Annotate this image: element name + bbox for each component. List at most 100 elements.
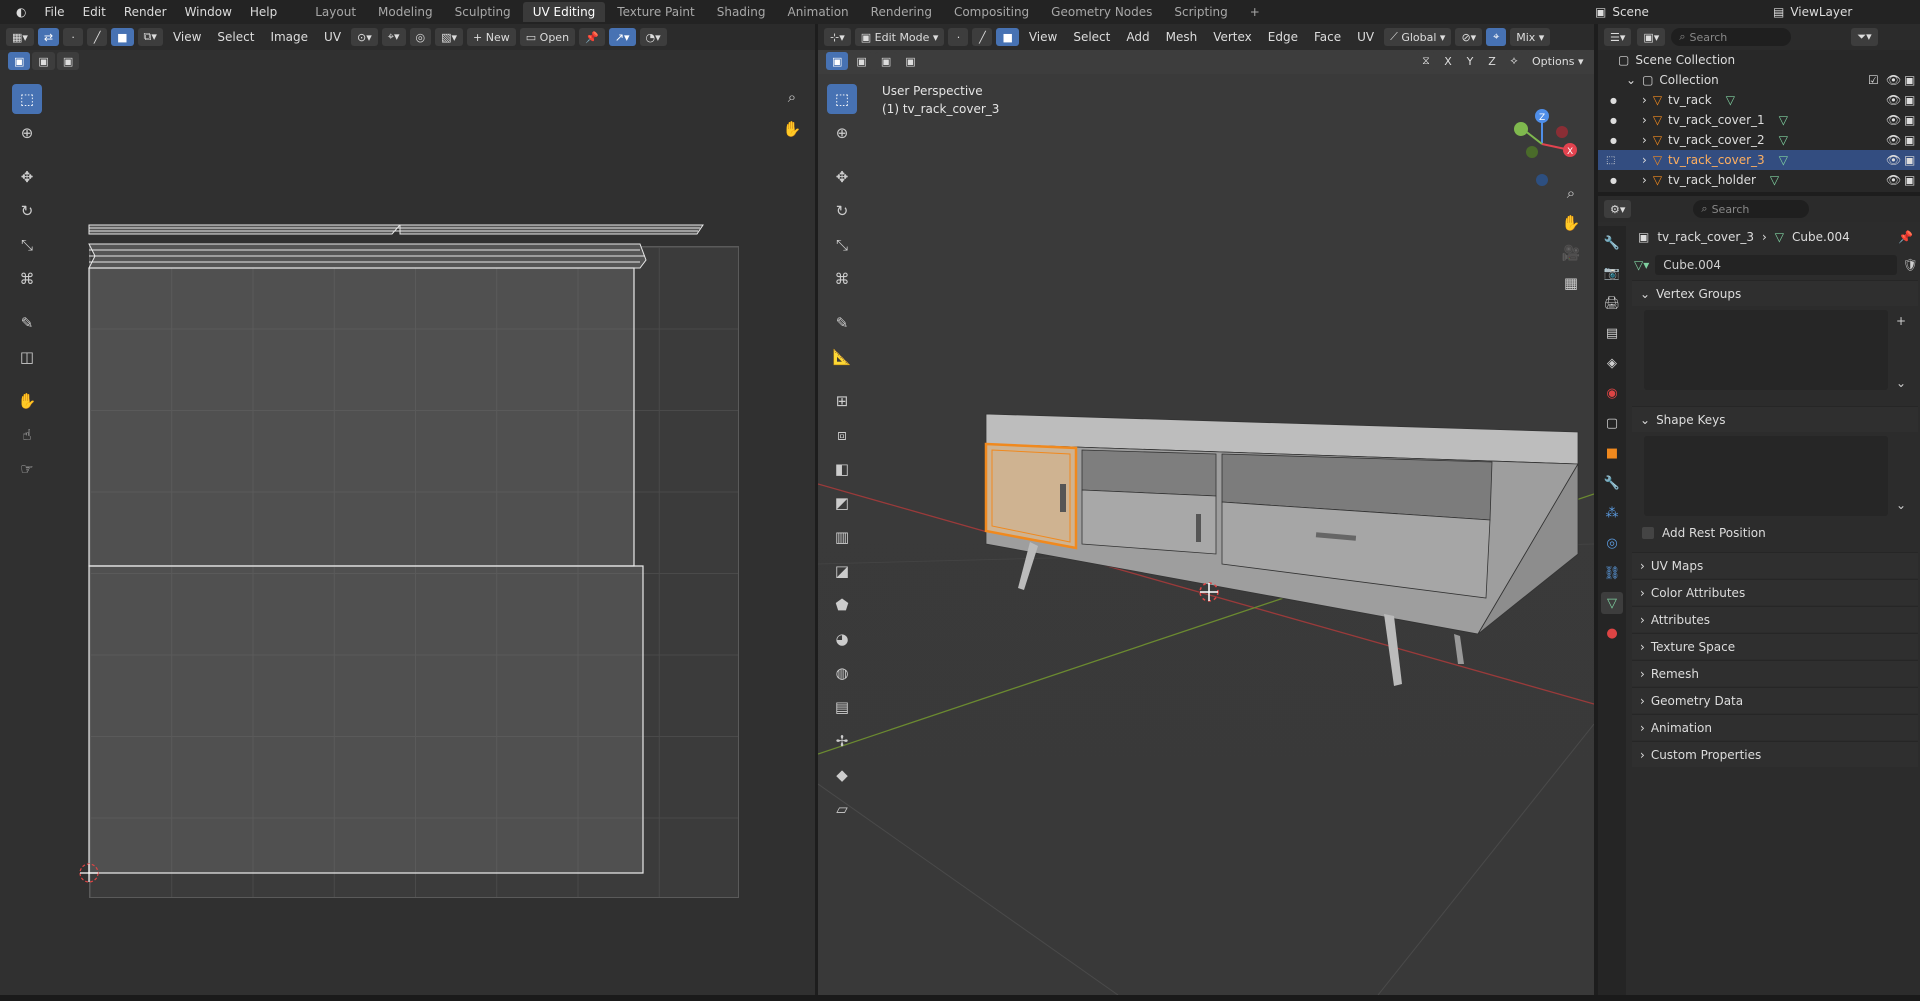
vp-pan-icon[interactable]: ✋ [1558, 210, 1584, 236]
mesh-data-icon[interactable]: ▽ [1770, 173, 1779, 187]
tab-uv-editing[interactable]: UV Editing [522, 2, 606, 22]
blender-logo-icon[interactable]: ◐ [8, 2, 34, 22]
texture-space-panel[interactable]: › Texture Space [1632, 633, 1918, 659]
outliner-editor-icon[interactable]: ☰▾ [1604, 28, 1632, 46]
outliner-display-icon[interactable]: ▣▾ [1637, 28, 1666, 46]
vp-select-box-icon[interactable]: ⬚ [827, 84, 857, 114]
vp-scale-icon[interactable]: ⤡ [827, 230, 857, 260]
outliner-filter-icon[interactable]: ⏷▾ [1851, 28, 1878, 46]
vp-shrink-icon[interactable]: ✢ [827, 726, 857, 756]
vertex-groups-panel[interactable]: ⌄ Vertex Groups [1632, 280, 1918, 306]
collection-tab-icon[interactable]: ▢ [1601, 412, 1623, 434]
color-attributes-panel[interactable]: › Color Attributes [1632, 579, 1918, 605]
eye-icon[interactable]: 👁 [1886, 113, 1901, 127]
modifier-tab-icon[interactable]: 🔧 [1601, 472, 1623, 494]
vp-knife-icon[interactable]: ◪ [827, 556, 857, 586]
view-layer-tab-icon[interactable]: ▤ [1601, 322, 1623, 344]
tab-modeling[interactable]: Modeling [368, 2, 443, 22]
add-vertex-group-icon[interactable]: + [1896, 314, 1906, 328]
viewlayer-selector[interactable]: ▤ ViewLayer [1773, 2, 1920, 22]
vp-shear-icon[interactable]: ◆ [827, 760, 857, 790]
tab-scripting[interactable]: Scripting [1164, 2, 1237, 22]
checkbox-icon[interactable] [1642, 527, 1654, 539]
vp-extrude-icon[interactable]: ⧈ [827, 420, 857, 450]
vertex-groups-list[interactable] [1644, 310, 1888, 390]
camera-icon[interactable]: ▣ [1904, 173, 1915, 187]
vp-cursor-icon[interactable]: ⊕ [827, 118, 857, 148]
collection-row[interactable]: ⌄ ▢ Collection ☑ 👁 ▣ [1598, 70, 1920, 90]
output-tab-icon[interactable]: 🖨 [1601, 292, 1623, 314]
vp-inset-icon[interactable]: ◧ [827, 454, 857, 484]
outliner-item[interactable]: ● › ▽ tv_rack_holder ▽ 👁 ▣ [1598, 170, 1920, 190]
shape-keys-list[interactable] [1644, 436, 1888, 516]
vp-bevel-icon[interactable]: ◩ [827, 488, 857, 518]
tab-sculpting[interactable]: Sculpting [445, 2, 521, 22]
particles-tab-icon[interactable]: ⁂ [1601, 502, 1623, 524]
pin-icon[interactable]: 📌 [1898, 230, 1913, 244]
tab-animation[interactable]: Animation [777, 2, 858, 22]
vp-measure-icon[interactable]: 📐 [827, 342, 857, 372]
mesh-data-tab-icon[interactable]: ▽ [1601, 592, 1623, 614]
vp-zoom-icon[interactable]: ⌕ [1558, 180, 1584, 206]
material-tab-icon[interactable]: ● [1601, 622, 1623, 644]
shape-keys-panel[interactable]: ⌄ Shape Keys [1632, 406, 1918, 432]
fake-user-icon[interactable]: 🛡 [1903, 258, 1918, 272]
scene-collection-row[interactable]: ▢ Scene Collection [1598, 50, 1920, 70]
vp-rotate-icon[interactable]: ↻ [827, 196, 857, 226]
uv-maps-panel[interactable]: › UV Maps [1632, 552, 1918, 578]
vp-smooth-icon[interactable]: ◍ [827, 658, 857, 688]
menu-help[interactable]: Help [242, 2, 285, 22]
eye-icon[interactable]: 👁 [1886, 173, 1901, 187]
geometry-data-panel[interactable]: › Geometry Data [1632, 687, 1918, 713]
tab-rendering[interactable]: Rendering [861, 2, 942, 22]
object-tab-icon[interactable]: ■ [1601, 442, 1623, 464]
properties-search[interactable]: ⌕ Search [1693, 200, 1810, 218]
mesh-data-icon[interactable]: ▽ [1779, 153, 1788, 167]
scene-tab-icon[interactable]: ◈ [1601, 352, 1623, 374]
mesh-data-icon[interactable]: ▽ [1726, 93, 1735, 107]
menu-render[interactable]: Render [116, 2, 175, 22]
outliner-item[interactable]: ● › ▽ tv_rack_cover_2 ▽ 👁 ▣ [1598, 130, 1920, 150]
world-tab-icon[interactable]: ◉ [1601, 382, 1623, 404]
vp-edge-slide-icon[interactable]: ▤ [827, 692, 857, 722]
constraints-tab-icon[interactable]: ⛓ [1601, 562, 1623, 584]
outliner-item-selected[interactable]: ⬚ › ▽ tv_rack_cover_3 ▽ 👁 ▣ [1598, 150, 1920, 170]
vp-spin-icon[interactable]: ◕ [827, 624, 857, 654]
shape-key-menu-icon[interactable]: ⌄ [1896, 498, 1906, 512]
tab-layout[interactable]: Layout [305, 2, 366, 22]
attributes-panel[interactable]: › Attributes [1632, 606, 1918, 632]
outliner-item[interactable]: ● › ▽ tv_rack ▽ 👁 ▣ [1598, 90, 1920, 110]
camera-icon[interactable]: ▣ [1904, 133, 1915, 147]
mesh-browse-icon[interactable]: ▽▾ [1634, 258, 1649, 272]
vp-transform-icon[interactable]: ⌘ [827, 264, 857, 294]
checkbox-icon[interactable]: ☑ [1868, 73, 1879, 87]
render-tab-icon[interactable]: 📷 [1601, 262, 1623, 284]
mesh-data-icon[interactable]: ▽ [1779, 133, 1788, 147]
vp-grid-icon[interactable]: ▦ [1558, 270, 1584, 296]
tab-shading[interactable]: Shading [707, 2, 776, 22]
vp-add-cube-icon[interactable]: ⊞ [827, 386, 857, 416]
uv-islands[interactable] [0, 24, 815, 995]
menu-file[interactable]: File [36, 2, 72, 22]
remesh-panel[interactable]: › Remesh [1632, 660, 1918, 686]
camera-icon[interactable]: ▣ [1904, 93, 1915, 107]
eye-icon[interactable]: 👁 [1886, 93, 1901, 107]
vp-rip-icon[interactable]: ▱ [827, 794, 857, 824]
tab-texture-paint[interactable]: Texture Paint [607, 2, 704, 22]
camera-icon[interactable]: ▣ [1904, 73, 1915, 87]
vp-camera-icon[interactable]: 🎥 [1558, 240, 1584, 266]
add-workspace-icon[interactable]: + [1240, 2, 1270, 22]
camera-icon[interactable]: ▣ [1904, 113, 1915, 127]
vertex-group-menu-icon[interactable]: ⌄ [1896, 376, 1906, 390]
menu-edit[interactable]: Edit [75, 2, 114, 22]
camera-icon[interactable]: ▣ [1904, 153, 1915, 167]
outliner-item[interactable]: ● › ▽ tv_rack_cover_1 ▽ 👁 ▣ [1598, 110, 1920, 130]
outliner-search[interactable]: ⌕ Search [1671, 28, 1792, 46]
vp-move-icon[interactable]: ✥ [827, 162, 857, 192]
menu-window[interactable]: Window [177, 2, 240, 22]
mesh-data-icon[interactable]: ▽ [1779, 113, 1788, 127]
mesh-name-field[interactable]: Cube.004 [1655, 255, 1897, 275]
vp-poly-build-icon[interactable]: ⬟ [827, 590, 857, 620]
add-rest-position-row[interactable]: Add Rest Position [1642, 526, 1766, 540]
scene-selector[interactable]: ▣ Scene [1595, 2, 1765, 22]
